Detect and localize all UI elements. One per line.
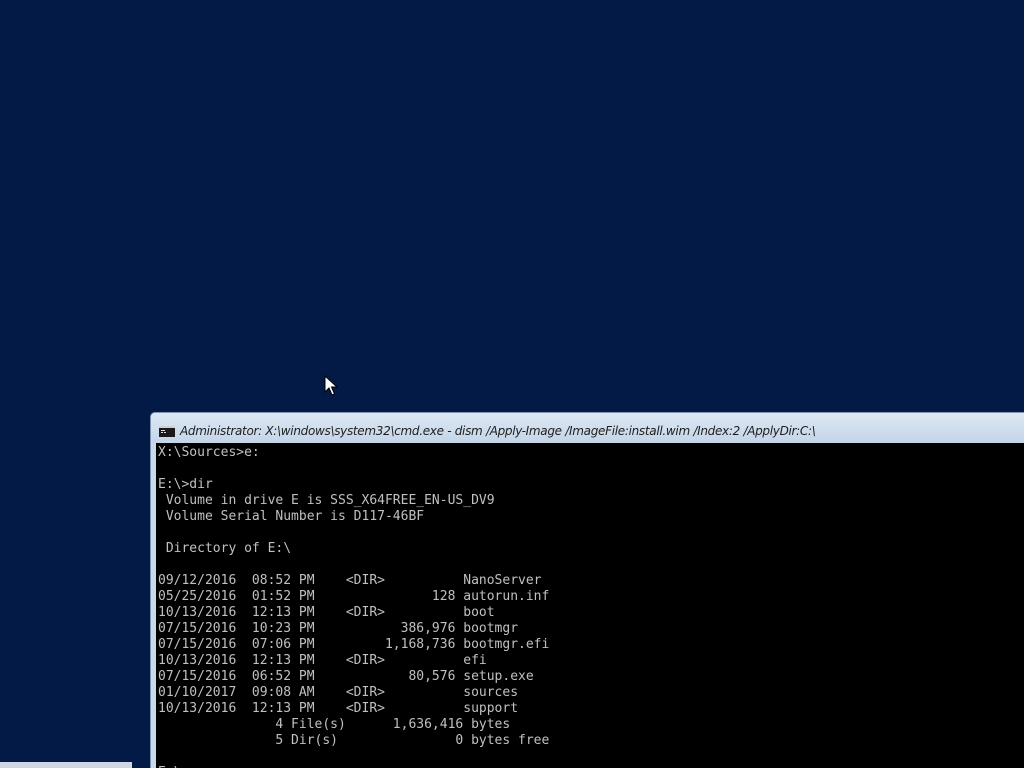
console-line: 4 File(s) 1,636,416 bytes <box>158 717 511 732</box>
console-line: Volume Serial Number is D117-46BF <box>158 509 425 524</box>
console-line: 5 Dir(s) 0 bytes free <box>158 733 550 748</box>
console-line: 07/15/2016 07:06 PM 1,168,736 bootmgr.ef… <box>158 637 550 652</box>
console-line: Directory of E:\ <box>158 541 292 556</box>
mouse-pointer-icon <box>324 375 338 396</box>
window-titlebar[interactable]: Administrator: X:\windows\system32\cmd.e… <box>151 413 1024 443</box>
cmd-icon <box>159 426 175 437</box>
console-line: 07/15/2016 06:52 PM 80,576 setup.exe <box>158 669 534 684</box>
window-title: Administrator: X:\windows\system32\cmd.e… <box>180 424 816 438</box>
console-area[interactable]: X:\Sources>e: E:\>dir Volume in drive E i… <box>156 443 1024 768</box>
console-line: 01/10/2017 09:08 AM <DIR> sources <box>158 685 519 700</box>
console-line: 09/12/2016 08:52 PM <DIR> NanoServer <box>158 573 542 588</box>
console-line: E:\>dir <box>158 477 213 492</box>
console-output: X:\Sources>e: E:\>dir Volume in drive E i… <box>158 445 549 768</box>
console-line: X:\Sources>e: <box>158 445 260 460</box>
console-line: 05/25/2016 01:52 PM 128 autorun.inf <box>158 589 550 604</box>
console-line: 10/13/2016 12:13 PM <DIR> boot <box>158 605 495 620</box>
desktop: Administrator: X:\windows\system32\cmd.e… <box>0 0 1024 768</box>
console-line: Volume in drive E is SSS_X64FREE_EN-US_D… <box>158 493 495 508</box>
background-window-edge <box>0 762 132 768</box>
cmd-window[interactable]: Administrator: X:\windows\system32\cmd.e… <box>150 412 1024 768</box>
console-line: 07/15/2016 10:23 PM 386,976 bootmgr <box>158 621 519 636</box>
console-line: 10/13/2016 12:13 PM <DIR> support <box>158 701 519 716</box>
console-line: 10/13/2016 12:13 PM <DIR> efi <box>158 653 487 668</box>
